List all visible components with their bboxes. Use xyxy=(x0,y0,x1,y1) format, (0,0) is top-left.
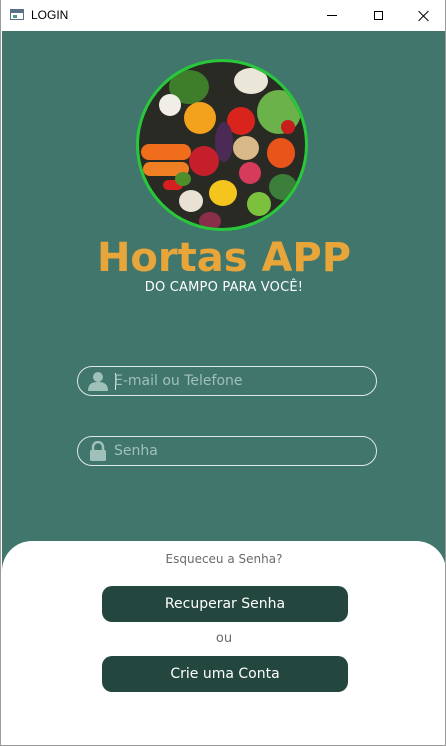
orange-shape xyxy=(184,102,216,134)
app-title: Hortas APP xyxy=(96,235,352,281)
email-input[interactable] xyxy=(114,370,364,392)
recover-password-button[interactable]: Recuperar Senha xyxy=(102,586,348,622)
minimize-icon xyxy=(327,15,337,16)
green-apple-shape xyxy=(247,192,271,216)
maximize-button[interactable] xyxy=(355,0,401,31)
create-account-button[interactable]: Crie uma Conta xyxy=(102,656,348,692)
close-icon xyxy=(418,10,430,22)
radish-shape xyxy=(239,162,261,184)
apple-red-shape xyxy=(189,146,219,176)
cabbage-shape xyxy=(269,174,297,200)
bell-pepper-shape xyxy=(267,138,295,168)
user-icon xyxy=(88,372,108,391)
maximize-icon xyxy=(373,11,383,20)
title-bar[interactable]: LOGIN xyxy=(1,0,445,31)
lemon-shape xyxy=(209,180,237,206)
password-field[interactable] xyxy=(77,436,377,466)
garlic-shape xyxy=(159,94,181,116)
minimize-button[interactable] xyxy=(309,0,355,31)
carrot-shape xyxy=(141,144,191,160)
forgot-password-text: Esqueceu a Senha? xyxy=(165,552,283,566)
app-tagline: DO CAMPO PARA VOCÊ! xyxy=(144,280,304,295)
password-input[interactable] xyxy=(114,440,364,462)
cherry-tomato-shape xyxy=(281,120,295,134)
vegetables-logo xyxy=(136,59,308,231)
potato-shape xyxy=(233,136,259,160)
lock-icon xyxy=(90,441,106,461)
bottom-action-panel: Esqueceu a Senha? Recuperar Senha ou Cri… xyxy=(2,541,445,745)
login-content: Hortas APP DO CAMPO PARA VOCÊ! Esqueceu … xyxy=(2,31,445,745)
window-title: LOGIN xyxy=(31,8,69,22)
login-window: LOGIN Hortas APP DO CAMPO PARA VOCÊ! E-m… xyxy=(0,0,446,746)
email-field[interactable] xyxy=(77,366,377,396)
mushroom-shape xyxy=(179,190,203,212)
or-separator: ou xyxy=(215,631,233,646)
cucumber-shape xyxy=(175,172,191,186)
cauliflower-shape xyxy=(234,68,268,94)
close-button[interactable] xyxy=(401,0,445,31)
red-onion-shape xyxy=(199,212,221,228)
app-window-icon xyxy=(10,9,24,20)
